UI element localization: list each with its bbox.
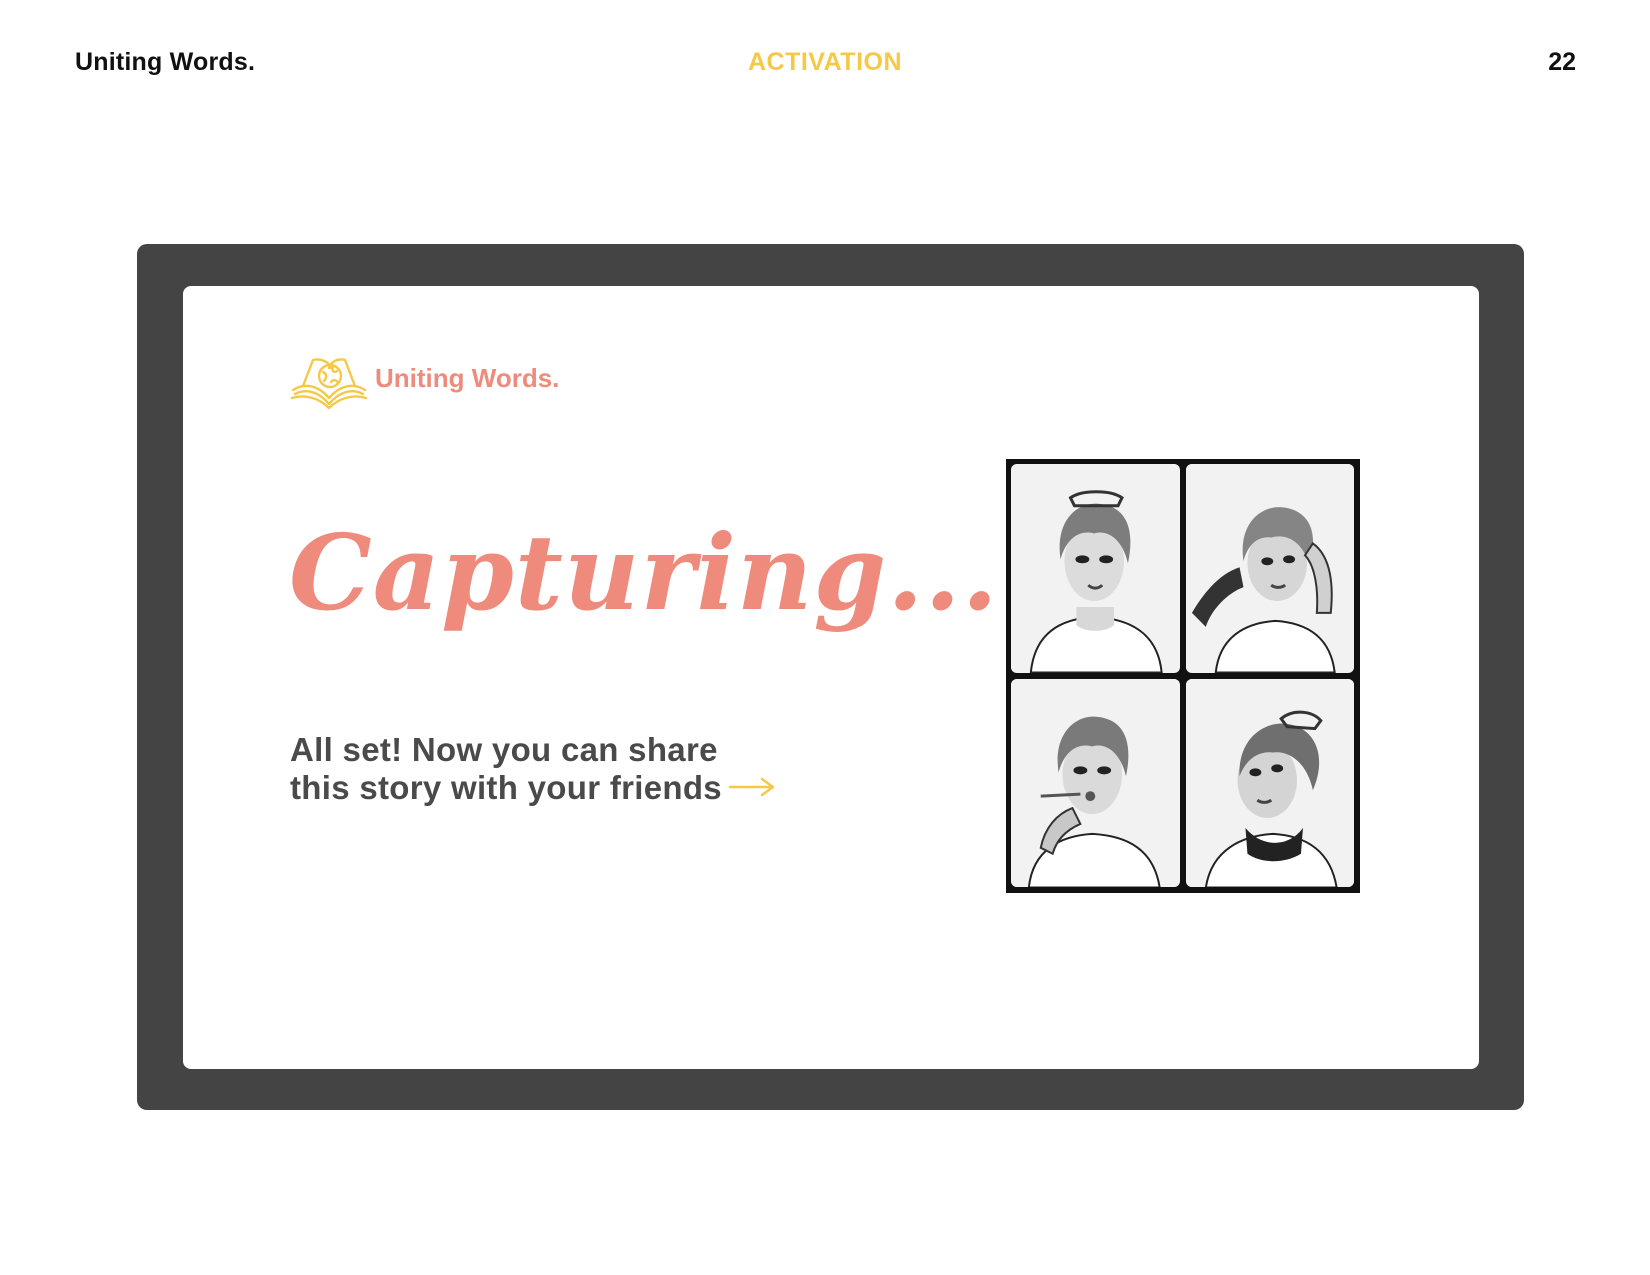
photo-hand-in-hair [1185,464,1354,673]
message-line-2-wrap: this story with your friends [290,769,776,807]
portrait-photo-icon [1011,464,1180,673]
portrait-photo-icon [1185,678,1354,887]
logo-text: Uniting Words. [375,362,560,393]
portrait-photo-icon [1185,464,1354,673]
open-book-globe-icon [290,358,368,410]
message-line-2: this story with your friends [290,769,722,806]
page-header-section: ACTIVATION [747,48,903,76]
app-logo: Uniting Words. [289,352,559,410]
message-line-1: All set! Now you can share [290,731,718,768]
photo-booth-strip [1006,459,1360,893]
share-message: All set! Now you can share this story wi… [290,731,776,807]
headline: Capturing... [289,511,999,634]
device-screen: Uniting Words. Capturing... All set! Now… [183,286,1479,1069]
right-arrow-icon[interactable] [728,777,776,797]
page-number: 22 [1548,48,1576,76]
portrait-photo-icon [1011,678,1180,887]
photo-smoking [1011,678,1180,887]
photo-looking-up [1185,678,1354,887]
photo-front-facing [1011,464,1180,673]
